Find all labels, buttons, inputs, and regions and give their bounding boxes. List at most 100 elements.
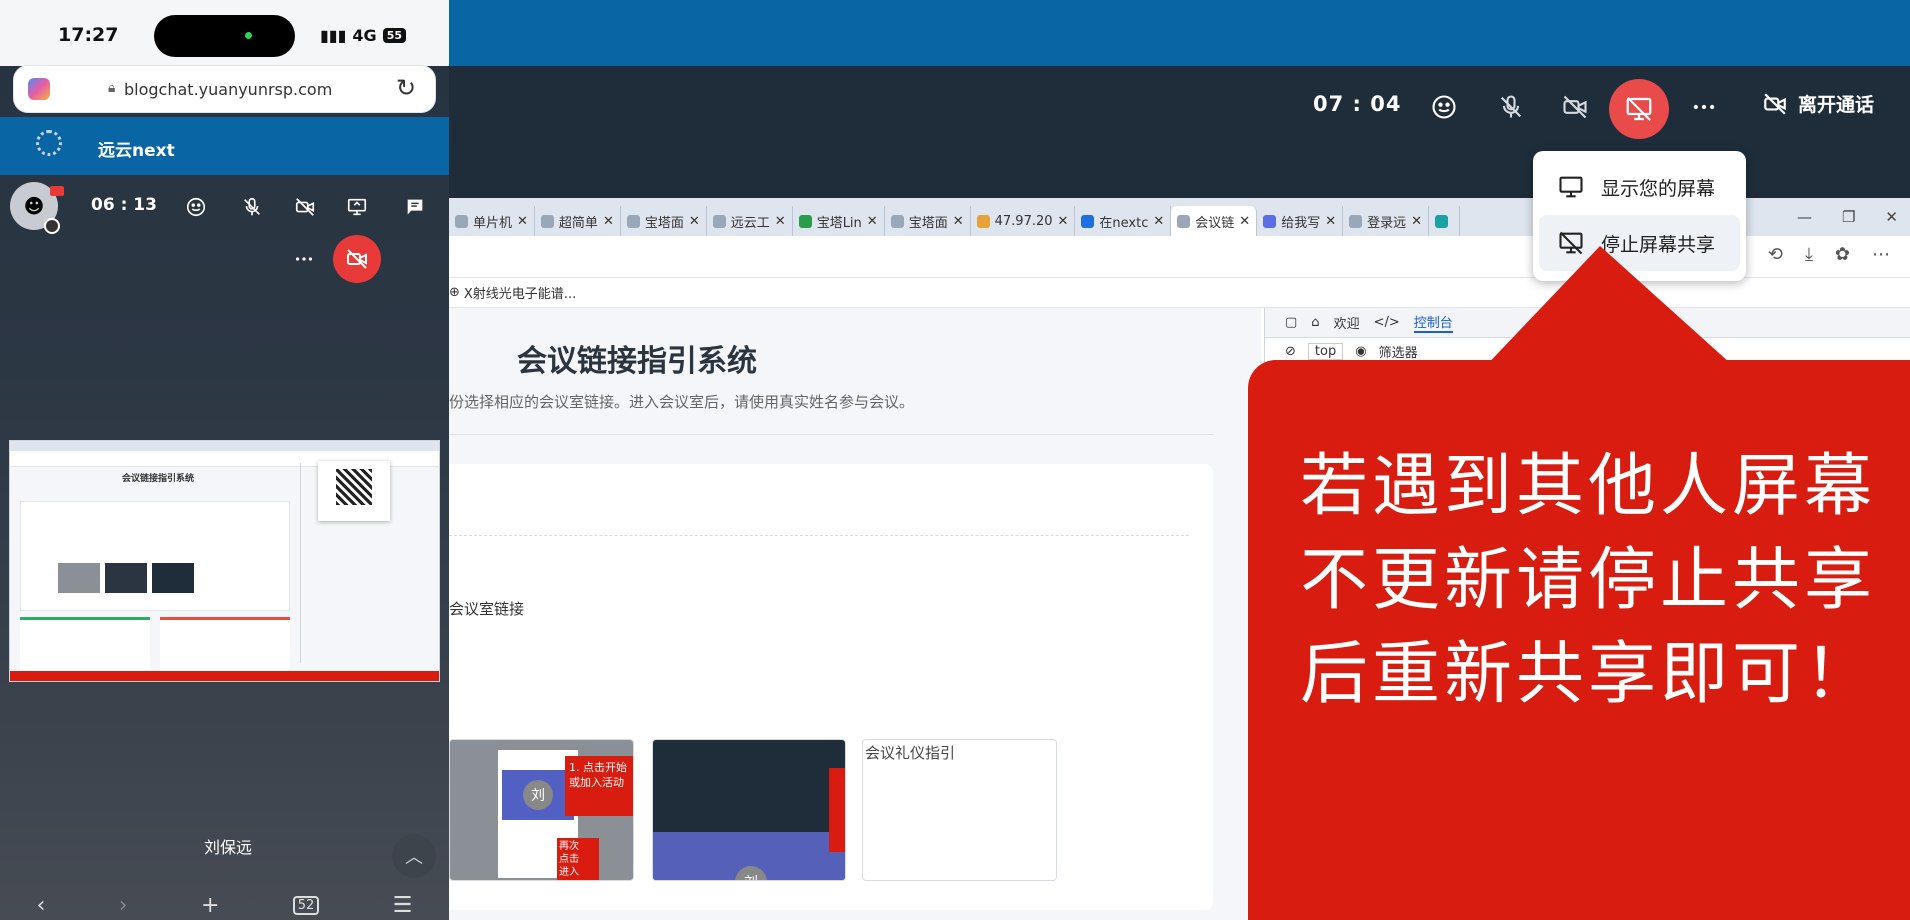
camera-off-icon xyxy=(1764,92,1786,115)
phone-signal: ▮▮▮ 4G 55 xyxy=(320,26,406,45)
phone-browser-nav: ‹ › + 52 ☰ xyxy=(0,890,449,920)
browser-tab[interactable]: 宝塔面 ✕ xyxy=(885,206,971,236)
tab-count-button[interactable]: 52 xyxy=(292,895,320,915)
mic-muted-icon[interactable] xyxy=(1494,90,1528,124)
device-icon[interactable]: ▢ xyxy=(1285,315,1297,330)
download-icon[interactable]: ⤓ xyxy=(1805,244,1813,265)
thumb-avatar-panel: 刘 xyxy=(502,770,574,820)
mini-red-strip xyxy=(10,671,439,681)
link-badge-icon xyxy=(44,218,60,234)
close-window-icon[interactable]: ✕ xyxy=(1885,208,1898,226)
copilot-icon[interactable]: ✿ xyxy=(1835,244,1850,265)
menu-icon[interactable]: ☰ xyxy=(393,893,413,918)
notice-text: 若遇到其他人屏幕不更新请停止共享后重新共享即可！ xyxy=(1300,447,1877,714)
favicon-icon xyxy=(890,214,904,228)
browser-tab[interactable]: 宝塔面 ✕ xyxy=(621,206,707,236)
favicon-icon xyxy=(976,214,990,228)
phone-screen: 17:27 ▮▮▮ 4G 55 🔒︎ blogchat.yuanyunrsp.c… xyxy=(0,0,449,920)
signal-icon: ▮▮▮ xyxy=(320,26,347,45)
guide-thumbnail-3[interactable]: 会议礼仪指引 xyxy=(862,739,1057,881)
dynamic-island xyxy=(154,15,295,57)
browser-tab[interactable]: 宝塔Lin ✕ xyxy=(793,206,885,236)
globe-icon: ⊕ xyxy=(449,285,460,300)
camera-off-icon[interactable] xyxy=(291,193,319,221)
browser-tab[interactable] xyxy=(1429,206,1461,236)
broken-image-alt: 会议礼仪指引 xyxy=(865,744,956,762)
emoji-icon[interactable] xyxy=(1427,90,1461,124)
page-subtitle: 份选择相应的会议室链接。进入会议室后，请使用真实姓名参与会议。 xyxy=(449,393,915,411)
guide-thumbnail-2[interactable]: 刘 xyxy=(652,739,846,881)
mini-qr-popup xyxy=(318,461,390,521)
copilot-icon[interactable] xyxy=(28,78,50,100)
phone-stop-video-button[interactable] xyxy=(333,235,381,283)
mini-devtools-divider xyxy=(300,463,301,663)
mini-thumb xyxy=(105,563,147,593)
divider xyxy=(449,434,1213,435)
mini-teacher-card xyxy=(160,617,290,675)
participant-name: 刘保远 xyxy=(204,838,253,857)
favicon-icon xyxy=(798,214,812,228)
devtools-tab-console[interactable]: 控制台 xyxy=(1413,312,1453,333)
favicon-icon xyxy=(1263,214,1277,228)
phone-clock: 17:27 xyxy=(58,24,119,46)
monitor-icon xyxy=(1559,176,1583,198)
code-icon[interactable]: </> xyxy=(1374,315,1400,330)
network-type: 4G xyxy=(352,26,377,45)
filter-input[interactable]: 筛选器 xyxy=(1379,342,1418,361)
eye-icon[interactable]: ◉ xyxy=(1355,344,1366,359)
dashed-divider xyxy=(449,535,1189,536)
history-icon[interactable]: ⟲ xyxy=(1768,244,1783,265)
emoji-icon[interactable] xyxy=(182,193,210,221)
clear-console-icon[interactable]: ⊘ xyxy=(1285,344,1296,359)
browser-tab[interactable]: 单片机 ✕ xyxy=(449,206,535,236)
mini-tab-bar xyxy=(10,441,439,451)
browser-tab[interactable]: 远云工 ✕ xyxy=(707,206,793,236)
browser-tab[interactable]: 超简单 ✕ xyxy=(535,206,621,236)
favicon-icon xyxy=(540,214,554,228)
minimize-icon[interactable]: — xyxy=(1797,208,1812,226)
more-icon[interactable] xyxy=(290,245,318,273)
camera-dot-icon xyxy=(245,32,252,39)
guide-thumbnail-1[interactable]: 刘 1. 点击开始 或加入活动 再次 点击 进入 xyxy=(449,739,634,881)
screen-share-button[interactable] xyxy=(1609,79,1669,139)
show-screen-option[interactable]: 显示您的屏幕 xyxy=(1539,159,1740,215)
maximize-icon[interactable]: ❐ xyxy=(1842,208,1855,226)
back-icon[interactable]: ‹ xyxy=(37,893,46,918)
chevron-up-icon[interactable]: ︿ xyxy=(392,834,436,878)
thumb-step-label: 再次 点击 进入 xyxy=(557,838,599,880)
forward-icon[interactable]: › xyxy=(119,893,128,918)
browser-tab[interactable]: 登录远 ✕ xyxy=(1343,206,1430,236)
phone-url-text: blogchat.yuanyunrsp.com xyxy=(124,80,333,99)
chat-icon[interactable] xyxy=(401,193,429,221)
window-controls: — ❐ ✕ xyxy=(1797,198,1910,236)
notice-pointer xyxy=(1480,246,1740,372)
camera-off-icon[interactable] xyxy=(1558,90,1592,124)
reload-icon[interactable]: ↻ xyxy=(396,74,416,102)
mini-page-title: 会议链接指引系统 xyxy=(122,474,195,484)
more-icon[interactable]: ⋯ xyxy=(1872,244,1890,265)
leave-call-button[interactable]: 离开通话 xyxy=(1762,90,1874,117)
call-timer: 07 : 04 xyxy=(1313,92,1402,116)
page-title: 会议链接指引系统 xyxy=(517,344,757,379)
battery-icon: 55 xyxy=(382,28,406,43)
browser-tab[interactable]: 47.97.20 ✕ xyxy=(971,206,1076,236)
screen-share-icon[interactable] xyxy=(343,193,371,221)
devtools-tab-welcome[interactable]: 欢迎 xyxy=(1334,313,1360,332)
favicon-icon xyxy=(1349,214,1363,228)
favicon-icon xyxy=(1435,214,1449,228)
thumb-avatar: 刘 xyxy=(523,780,553,810)
browser-toolbar-icons: ⟲ ⤓ ✿ ⋯ xyxy=(1768,244,1890,265)
favicon-icon xyxy=(712,214,726,228)
browser-tab[interactable]: 在nextc ✕ xyxy=(1075,206,1172,236)
browser-tab-active[interactable]: 会议链 ✕ xyxy=(1171,206,1258,236)
more-icon[interactable] xyxy=(1687,90,1721,124)
mini-card xyxy=(20,501,290,611)
home-icon: ⌂ xyxy=(1311,315,1320,330)
mic-muted-icon[interactable] xyxy=(238,193,266,221)
new-tab-icon[interactable]: + xyxy=(201,893,219,918)
context-select[interactable]: top xyxy=(1307,343,1344,360)
browser-tab[interactable]: 给我写 ✕ xyxy=(1257,206,1344,236)
bookmark-item[interactable]: X射线光电子能谱... xyxy=(464,283,576,302)
thumb-step-label xyxy=(829,768,845,852)
phone-shared-screen-preview[interactable]: 会议链接指引系统 xyxy=(9,440,440,682)
